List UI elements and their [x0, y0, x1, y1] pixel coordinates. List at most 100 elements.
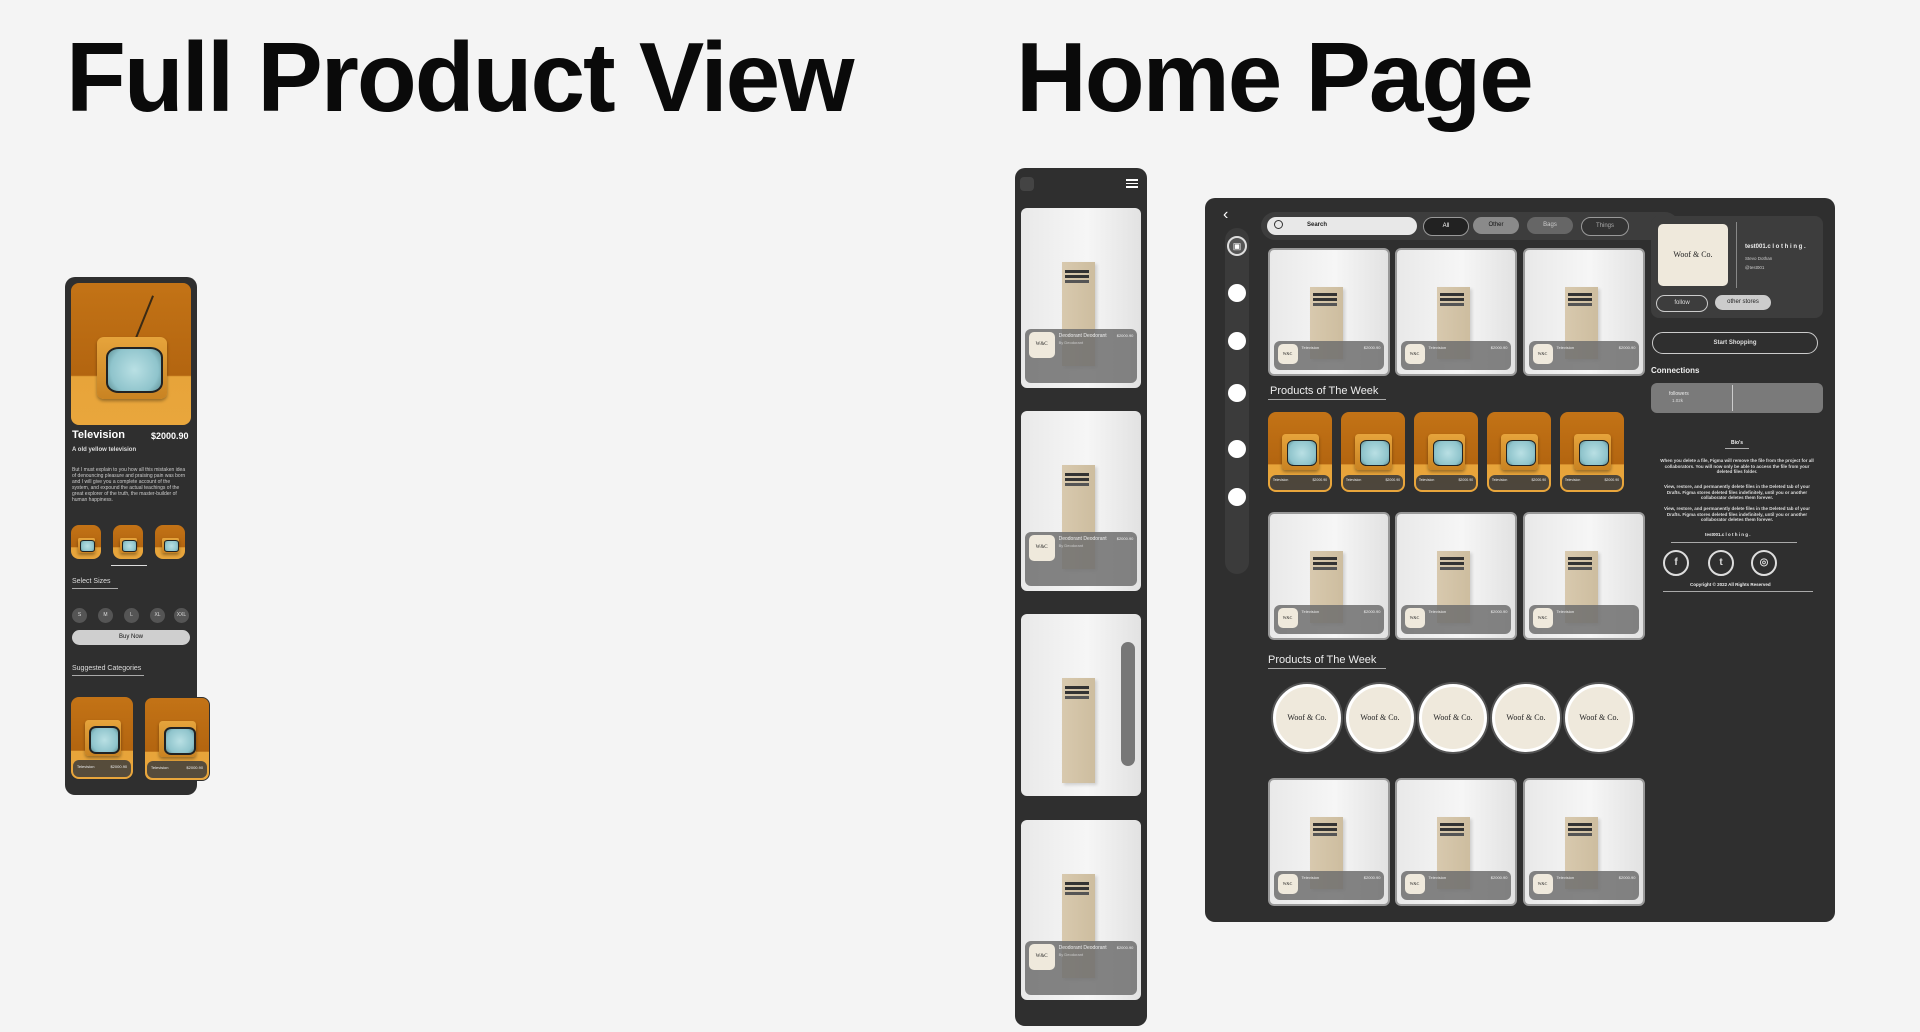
store-location: Stevo Dothan	[1745, 256, 1773, 261]
start-shopping-button[interactable]: Start Shopping	[1652, 332, 1818, 354]
suggested-card-2[interactable]: Television $2000.90	[144, 697, 210, 781]
filter-all[interactable]: All	[1423, 217, 1469, 236]
size-m[interactable]: M	[98, 608, 113, 623]
card-r3-1-price: $2000.90	[1363, 874, 1381, 880]
product-card-r3-2[interactable]: W&C Television $2000.90	[1395, 778, 1517, 906]
filter-things[interactable]: Things	[1581, 217, 1629, 236]
mobile-card-1-title: Deodorant Deodorant	[1058, 332, 1107, 339]
mobile-card-2-subtitle: By Deodorant	[1058, 542, 1084, 548]
back-arrow-icon[interactable]: ‹	[1223, 206, 1228, 224]
rail-dot-1[interactable]	[1228, 284, 1246, 302]
thumbnail-1[interactable]	[71, 525, 101, 559]
card-r2-1-price: $2000.90	[1363, 608, 1381, 614]
select-sizes-underline	[72, 588, 118, 589]
mobile-card-2-price: $2000.90	[1116, 535, 1134, 541]
rail-dot-2[interactable]	[1228, 332, 1246, 350]
card-r3-2-title: Television	[1428, 874, 1447, 880]
mobile-product-card-4[interactable]: W&C Deodorant Deodorant By Deodorant $20…	[1021, 820, 1141, 1000]
mobile-card-2-logo: W&C	[1028, 534, 1055, 561]
product-card-r1-1[interactable]: W&C Television $2000.90	[1268, 248, 1390, 376]
store-logo-circle-1[interactable]: Woof & Co.	[1273, 684, 1341, 752]
store-logo-circle-5[interactable]: Woof & Co.	[1565, 684, 1633, 752]
product-card-r2-2[interactable]: W&C Television $2000.90	[1395, 512, 1517, 640]
card-r1-1-price: $2000.90	[1363, 344, 1381, 350]
suggested-underline	[72, 675, 144, 676]
filter-bags[interactable]: Bags	[1527, 217, 1573, 234]
suggested-card-2-price: $2000.90	[186, 765, 204, 771]
week-tv-1-price: $2000.90	[1312, 478, 1328, 483]
product-card-r3-3[interactable]: W&C Television $2000.90	[1523, 778, 1645, 906]
week-tv-card-3[interactable]: Television $2000.90	[1414, 412, 1478, 492]
mobile-card-2-title: Deodorant Deodorant	[1058, 535, 1107, 542]
week-tv-2-title: Television	[1345, 478, 1362, 483]
instagram-icon[interactable]: ◎	[1751, 550, 1777, 576]
rail-dot-5[interactable]	[1228, 488, 1246, 506]
card-r3-3-title: Television	[1556, 874, 1575, 880]
week-tv-1-title: Television	[1272, 478, 1289, 483]
week-tv-3-price: $2000.90	[1458, 478, 1474, 483]
store-logo-circle-3[interactable]: Woof & Co.	[1419, 684, 1487, 752]
size-l[interactable]: L	[124, 608, 139, 623]
thumbnail-3[interactable]	[155, 525, 185, 559]
section-title-products-week-1: Products of The Week	[1270, 385, 1379, 397]
week-tv-5-title: Television	[1564, 478, 1581, 483]
product-card-r1-3[interactable]: W&C Television $2000.90	[1523, 248, 1645, 376]
week-tv-card-1[interactable]: Television $2000.90	[1268, 412, 1332, 492]
product-description: But I must explain to you how all this m…	[72, 467, 186, 503]
size-xxl[interactable]: XXL	[174, 608, 189, 623]
week-tv-5-price: $2000.90	[1604, 478, 1620, 483]
facebook-icon[interactable]: f	[1663, 550, 1689, 576]
search-field[interactable]: Search	[1267, 217, 1417, 235]
store-logo-circle-2[interactable]: Woof & Co.	[1346, 684, 1414, 752]
followers-label: followers	[1669, 391, 1689, 397]
thumbnail-2[interactable]	[113, 525, 143, 559]
follow-button[interactable]: follow	[1656, 295, 1708, 312]
mobile-avatar-icon[interactable]	[1020, 177, 1034, 191]
card-r2-3-title: Television	[1556, 608, 1575, 614]
bio-paragraph-3: View, restore, and permanently delete fi…	[1663, 506, 1811, 522]
footer-divider-bottom	[1663, 591, 1813, 592]
full-product-view-heading: Full Product View	[66, 22, 854, 132]
home-desktop-frame: ‹ ▣ Search All Other Bags Things W&C Tel…	[1205, 198, 1835, 922]
suggested-card-1[interactable]: Television $2000.90	[71, 697, 133, 779]
card-r2-2-price: $2000.90	[1490, 608, 1508, 614]
mobile-product-card-3[interactable]	[1021, 614, 1141, 796]
week-tv-card-2[interactable]: Television $2000.90	[1341, 412, 1405, 492]
buy-now-button[interactable]: Buy Now	[72, 630, 190, 645]
other-stores-button[interactable]: other stores	[1715, 295, 1771, 310]
mobile-card-4-logo: W&C	[1028, 943, 1055, 970]
twitter-icon[interactable]: t	[1708, 550, 1734, 576]
hamburger-menu-icon[interactable]	[1126, 179, 1138, 188]
mobile-card-4-price: $2000.90	[1116, 944, 1134, 950]
week-tv-2-price: $2000.90	[1385, 478, 1401, 483]
product-title: Television	[72, 429, 125, 441]
card-r2-2-title: Television	[1428, 608, 1447, 614]
bio-paragraph-1: When you delete a file, Figma will remov…	[1660, 458, 1814, 474]
card-r1-2-price: $2000.90	[1490, 344, 1508, 350]
week-tv-card-5[interactable]: Television $2000.90	[1560, 412, 1624, 492]
rail-dot-4[interactable]	[1228, 440, 1246, 458]
product-card-r3-1[interactable]: W&C Television $2000.90	[1268, 778, 1390, 906]
mobile-card-1-logo: W&C	[1028, 331, 1055, 358]
mobile-scrollbar[interactable]	[1121, 642, 1135, 766]
section-title-products-week-2: Products of The Week	[1268, 654, 1377, 666]
footer-store-name: test001.c l o t h i n g .	[1705, 532, 1751, 537]
product-card-r2-3[interactable]: W&C Television	[1523, 512, 1645, 640]
rail-dot-3[interactable]	[1228, 384, 1246, 402]
store-logo-circle-4[interactable]: Woof & Co.	[1492, 684, 1560, 752]
suggested-card-1-title: Television	[76, 764, 95, 770]
size-s[interactable]: S	[72, 608, 87, 623]
week-tv-card-4[interactable]: Television $2000.90	[1487, 412, 1551, 492]
bio-paragraph-2: View, restore, and permanently delete fi…	[1663, 484, 1811, 500]
card-r3-1-title: Television	[1301, 874, 1320, 880]
select-sizes-label: Select Sizes	[72, 578, 111, 585]
mobile-product-card-1[interactable]: W&C Deodorant Deodorant By Deodorant $20…	[1021, 208, 1141, 388]
filter-other[interactable]: Other	[1473, 217, 1519, 234]
product-card-r1-2[interactable]: W&C Television $2000.90	[1395, 248, 1517, 376]
mobile-product-card-2[interactable]: W&C Deodorant Deodorant By Deodorant $20…	[1021, 411, 1141, 591]
store-icon[interactable]: ▣	[1227, 236, 1247, 256]
size-xl[interactable]: XL	[150, 608, 165, 623]
week-tv-4-title: Television	[1491, 478, 1508, 483]
mobile-card-1-price: $2000.90	[1116, 332, 1134, 338]
product-card-r2-1[interactable]: W&C Television $2000.90	[1268, 512, 1390, 640]
